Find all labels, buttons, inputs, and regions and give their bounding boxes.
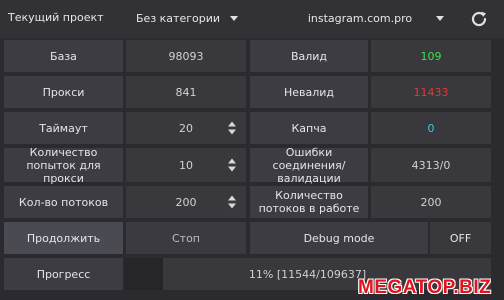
valid-value: 109 bbox=[371, 40, 491, 72]
proxy-label: Прокси bbox=[4, 76, 123, 108]
continue-button[interactable]: Продолжить bbox=[4, 222, 123, 254]
category-value: Без категории bbox=[136, 11, 221, 25]
attempts-value: 10 bbox=[179, 158, 193, 172]
invalid-value: 11433 bbox=[371, 76, 491, 108]
base-value: 98093 bbox=[126, 40, 246, 72]
watermark-logo: MEGATOP.BIZ bbox=[358, 277, 492, 298]
proxy-value: 841 bbox=[126, 76, 246, 108]
threads-label: Кол-во потоков bbox=[4, 186, 123, 218]
base-label: База bbox=[4, 40, 123, 72]
stepper-arrows-icon[interactable] bbox=[228, 121, 236, 135]
project-label: Текущий проект bbox=[8, 11, 104, 24]
captcha-label: Капча bbox=[250, 112, 368, 144]
attempts-stepper[interactable]: 10 bbox=[126, 148, 246, 182]
stepper-arrows-icon[interactable] bbox=[228, 158, 236, 172]
category-dropdown[interactable]: Без категории bbox=[128, 4, 243, 32]
valid-label: Валид bbox=[250, 40, 368, 72]
debug-toggle[interactable]: OFF bbox=[430, 222, 491, 254]
timeout-stepper[interactable]: 20 bbox=[126, 112, 246, 144]
chevron-down-icon bbox=[436, 15, 445, 21]
threads-value: 200 bbox=[175, 195, 197, 209]
threads-stepper[interactable]: 200 bbox=[126, 186, 246, 218]
stepper-arrows-icon[interactable] bbox=[228, 195, 236, 209]
attempts-label: Количество попыток для прокси bbox=[4, 146, 123, 185]
refresh-icon bbox=[471, 11, 487, 27]
captcha-value: 0 bbox=[371, 112, 491, 144]
refresh-button[interactable] bbox=[468, 8, 490, 30]
site-dropdown[interactable]: instagram.com.pro bbox=[250, 4, 462, 32]
errors-value: 4313/0 bbox=[371, 148, 491, 182]
errors-label: Ошибки соединения/валидации bbox=[250, 146, 368, 185]
threads-working-label: Количество потоков в работе bbox=[250, 186, 368, 218]
invalid-label: Невалид bbox=[250, 76, 368, 108]
debug-mode-label: Debug mode bbox=[250, 222, 428, 254]
chevron-down-icon bbox=[230, 15, 239, 21]
threads-working-value: 200 bbox=[371, 186, 491, 218]
progress-label: Прогресс bbox=[4, 258, 123, 290]
site-value: instagram.com.pro bbox=[307, 11, 413, 25]
timeout-label: Таймаут bbox=[4, 112, 123, 144]
timeout-value: 20 bbox=[179, 121, 193, 135]
stop-button[interactable]: Стоп bbox=[126, 222, 246, 254]
